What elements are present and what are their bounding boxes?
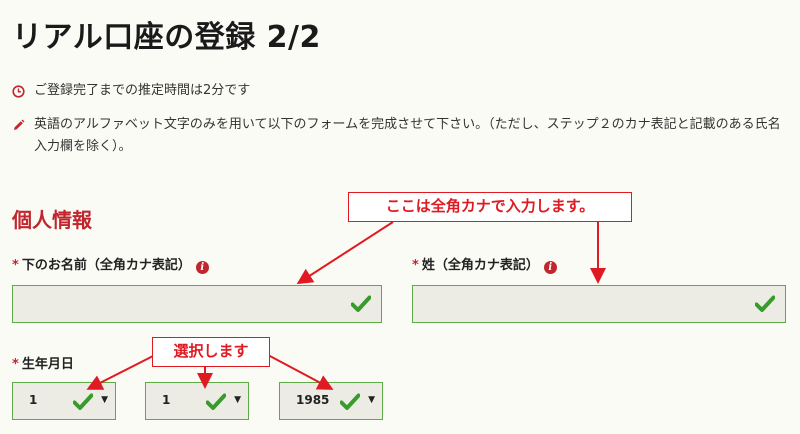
arrow-to-first-name <box>296 221 394 285</box>
arrow-to-year <box>267 354 334 390</box>
select-callout: 選択します <box>152 337 270 367</box>
arrow-to-day <box>86 354 156 390</box>
kana-callout: ここは全角カナで入力します。 <box>348 192 632 222</box>
